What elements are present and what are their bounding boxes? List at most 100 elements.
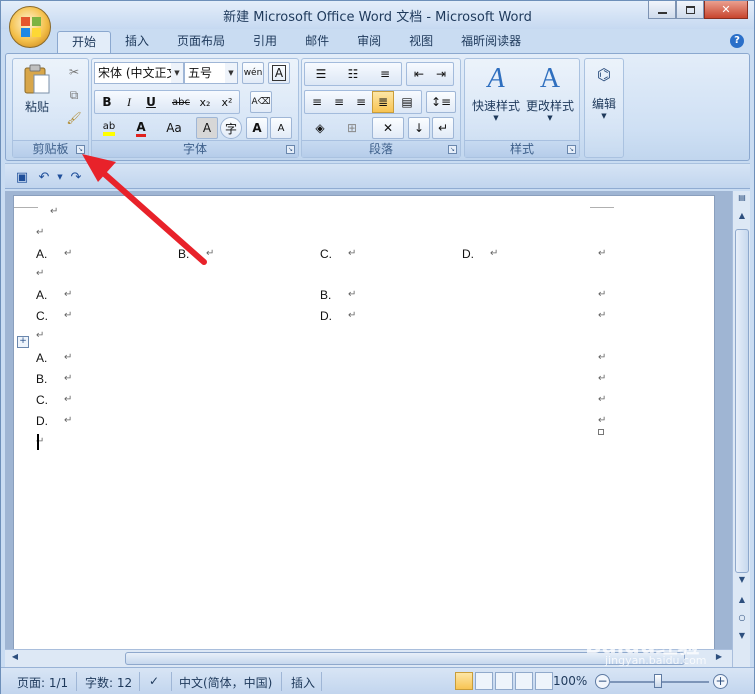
bold-button[interactable]: B [96,91,118,113]
scroll-left-button[interactable]: ◀ [7,652,23,666]
highlight-button[interactable]: ab [94,117,124,139]
quick-styles-button[interactable]: A 快速样式 ▼ [469,63,523,122]
decrease-indent-button[interactable]: ⇤ [408,63,430,85]
bullets-button[interactable]: ☰ [306,63,336,85]
justify-button[interactable]: ≣ [372,91,394,113]
scroll-up-button[interactable]: ▲ [734,211,750,225]
redo-button[interactable]: ↷ [67,168,85,186]
styles-launcher-button[interactable]: ↘ [567,145,576,154]
table-move-handle[interactable]: + [17,336,29,348]
font-launcher-button[interactable]: ↘ [286,145,295,154]
tab-foxit-reader[interactable]: 福昕阅读器 [447,31,535,53]
next-page-button[interactable]: ▼ [734,631,750,645]
copy-button[interactable]: ⧉ [63,84,85,106]
tab-page-layout[interactable]: 页面布局 [163,31,239,53]
numbering-button[interactable]: ☷ [338,63,368,85]
clipboard-launcher-button[interactable]: ↘ [76,145,85,154]
zoom-slider-thumb[interactable] [654,674,662,688]
tab-insert[interactable]: 插入 [111,31,163,53]
char-border-button[interactable]: A [268,62,290,84]
tab-home[interactable]: 开始 [57,31,112,53]
proofing-icon[interactable]: ✓ [149,674,159,688]
font-color-button[interactable]: A [128,117,154,139]
strikethrough-button[interactable]: abc [170,91,192,113]
editing-button[interactable]: ⌬ 编辑 ▼ [587,65,621,120]
styles-group: A 快速样式 ▼ A 更改样式 ▼ 样式 ↘ [464,58,580,158]
zoom-out-button[interactable]: − [595,674,610,689]
help-icon[interactable]: ? [730,34,744,48]
minimize-icon [657,11,667,14]
option-text: D. [320,309,332,323]
sort-button[interactable]: ↓ [408,117,430,139]
align-center-button[interactable]: ≡ [328,91,350,113]
scroll-down-button[interactable]: ▼ [734,575,750,589]
document-area[interactable]: ↵ ↵ A. ↵ B. ↵ C. ↵ D. ↵ ↵ ↵ A. ↵ B. ↵ ↵ … [5,191,732,649]
tab-view[interactable]: 视图 [395,31,447,53]
vertical-scrollbar[interactable]: ▤ ▲ ▼ ▲ ○ ▼ [732,191,750,667]
option-text: C. [320,247,332,261]
zoom-in-button[interactable]: + [713,674,728,689]
page-count[interactable]: 页面: 1/1 [17,674,68,691]
underline-button[interactable]: U [140,91,162,113]
copy-icon: ⧉ [69,87,79,102]
font-name-select[interactable]: 宋体 (中文正文 ▼ [94,62,184,84]
tab-review[interactable]: 审阅 [343,31,395,53]
cell-mark: ↵ [348,310,357,321]
grow-font-button[interactable]: A [246,117,268,139]
quick-styles-icon: A [487,63,505,94]
multilevel-list-button[interactable]: ≡ [370,63,400,85]
title-bar: 新建 Microsoft Office Word 文档 - Microsoft … [1,1,754,29]
distributed-button[interactable]: ▤ [396,91,418,113]
italic-button[interactable]: I [118,91,140,113]
change-styles-button[interactable]: A 更改样式 ▼ [523,63,577,122]
chevron-down-icon: ▼ [547,114,553,122]
subscript-button[interactable]: x₂ [194,91,216,113]
maximize-button[interactable] [676,1,704,19]
outline-view-button[interactable] [515,672,533,690]
tab-references[interactable]: 引用 [239,31,291,53]
vertical-scroll-thumb[interactable] [735,229,749,573]
zoom-level[interactable]: 100% [553,674,587,688]
word-count[interactable]: 字数: 12 [85,674,132,691]
phonetic-guide-button[interactable]: wén [242,62,264,84]
format-painter-button[interactable]: 🖌 [63,107,85,129]
paragraph-launcher-button[interactable]: ↘ [448,145,457,154]
previous-page-button[interactable]: ▲ [734,595,750,609]
pilcrow-icon: ↵ [437,121,449,135]
cut-button[interactable]: ✂ [63,61,85,83]
scroll-right-button[interactable]: ▶ [711,652,727,666]
save-button[interactable]: ▣ [13,168,31,186]
language-status[interactable]: 中文(简体，中国) [179,674,272,691]
clear-formatting-button[interactable]: A⌫ [250,91,272,113]
font-size-select[interactable]: 五号 ▼ [184,62,238,84]
browse-object-button[interactable]: ○ [734,613,750,627]
web-layout-view-button[interactable] [495,672,513,690]
align-right-button[interactable]: ≡ [350,91,372,113]
change-case-button[interactable]: Aa [160,117,188,139]
quick-access-toolbar: ▣ ↶ ▼ ↷ [5,163,750,189]
table-resize-handle[interactable] [598,429,604,435]
print-layout-view-button[interactable] [455,672,473,690]
office-button[interactable] [9,6,51,48]
align-left-button[interactable]: ≡ [306,91,328,113]
paste-button[interactable]: 粘贴 [19,63,55,115]
minimize-button[interactable] [648,1,676,19]
borders-button[interactable]: ⊞ [338,117,366,139]
tab-mailings[interactable]: 邮件 [291,31,343,53]
draft-view-button[interactable] [535,672,553,690]
increase-indent-button[interactable]: ⇥ [430,63,452,85]
superscript-button[interactable]: x² [216,91,238,113]
shrink-font-button[interactable]: A [270,117,292,139]
window-title: 新建 Microsoft Office Word 文档 - Microsoft … [223,10,532,25]
shading-button[interactable]: ◈ [306,117,334,139]
document-page[interactable]: ↵ ↵ A. ↵ B. ↵ C. ↵ D. ↵ ↵ ↵ A. ↵ B. ↵ ↵ … [13,195,715,649]
close-button[interactable]: ✕ [704,1,748,19]
enclose-char-button[interactable]: 字 [220,117,242,139]
full-screen-reading-button[interactable] [475,672,493,690]
chinese-layout-button[interactable]: ✕ [372,117,404,139]
line-spacing-button[interactable]: ↕≡ [426,91,456,113]
char-shading-button[interactable]: A [196,117,218,139]
show-marks-button[interactable]: ↵ [432,117,454,139]
ruler-toggle-icon[interactable]: ▤ [734,193,750,207]
insert-mode-status[interactable]: 插入 [291,674,315,691]
